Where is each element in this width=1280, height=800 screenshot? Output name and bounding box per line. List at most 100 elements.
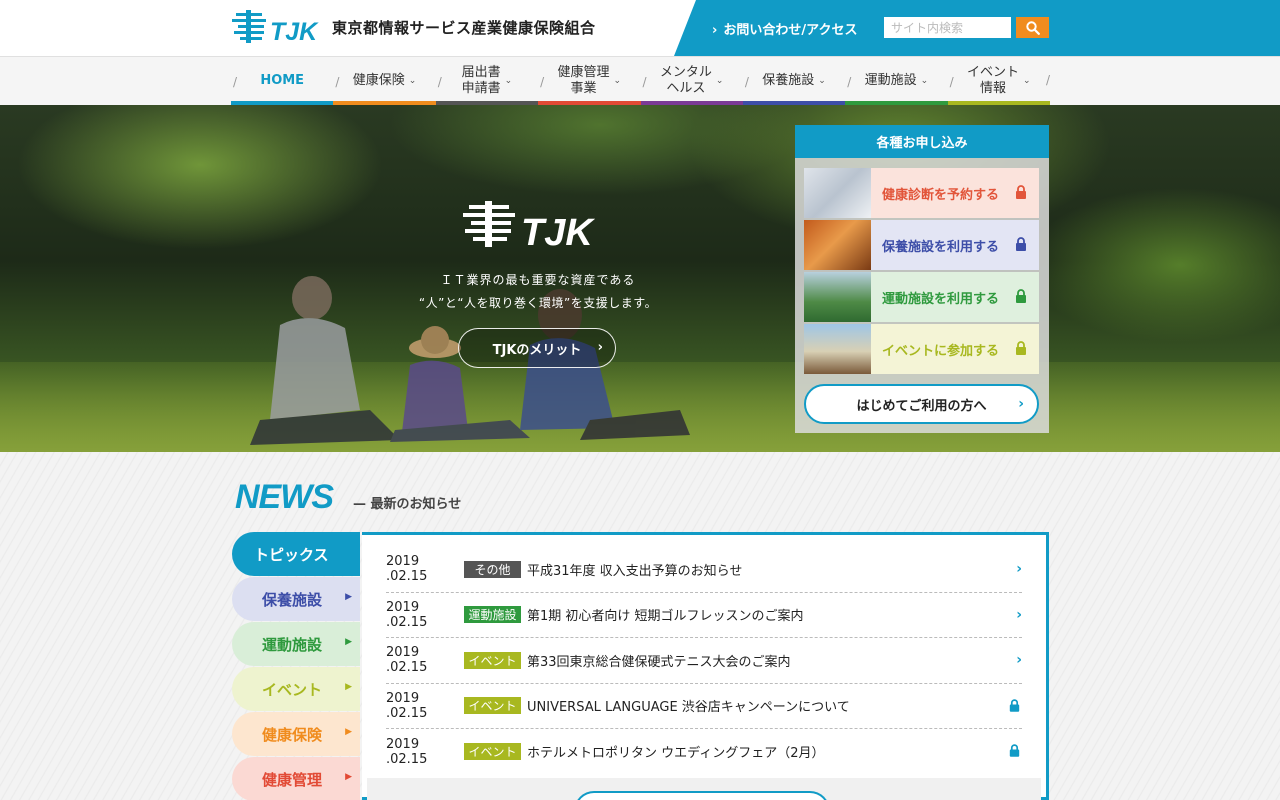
nav-separator: / <box>949 75 954 89</box>
lock-icon <box>1009 698 1020 712</box>
apply-list: 健康診断を予約する 保養施設を利用する運動施設を利用する イベントに参加する <box>804 168 1039 376</box>
main-nav: / HOME / 健康保険 ⌄ / 届出書 申請書 ⌄ / 健康管理 事業 ⌄ / メンタル ヘルス ⌄ /… <box>0 56 1280 105</box>
nav-item-5[interactable]: / 保養施設 ⌄ <box>742 57 846 105</box>
nav-item-label: 届出書 申請書 <box>461 65 501 96</box>
nav-item-label: メンタル ヘルス <box>659 65 712 96</box>
chevron-right-icon: › <box>1016 561 1022 577</box>
triangle-right-icon: ▶ <box>345 682 352 692</box>
contact-label: お問い合わせ/アクセス <box>723 23 858 38</box>
nav-item-label: 健康保険 <box>352 73 405 88</box>
nav-item-1[interactable]: / 健康保険 ⌄ <box>333 57 436 105</box>
lock-icon <box>1009 744 1020 757</box>
nav-separator: / <box>335 75 340 89</box>
news-tab-label: 運動施設 <box>262 635 323 654</box>
hero-logo-text: TJK <box>521 212 595 251</box>
search-input[interactable] <box>884 17 1011 38</box>
nav-separator: / <box>540 75 545 89</box>
apply-item-0[interactable]: 健康診断を予約する <box>804 168 1039 218</box>
news-category-badge: その他 <box>464 560 521 578</box>
apply-item-label: 運動施設を利用する <box>882 291 1000 307</box>
nav-separator: / <box>847 75 852 89</box>
news-tab-label: 健康保険 <box>262 725 323 744</box>
apply-item-3[interactable]: イベントに参加する <box>804 324 1039 374</box>
news-row[interactable]: 2019 .02.15 イベント UNIVERSAL LANGUAGE 渋谷店キャン… <box>386 684 1022 729</box>
top-header: TJK 東京都情報サービス産業健康保険組合 › お問い合わせ/アクセス <box>0 0 1280 56</box>
nav-item-2[interactable]: / 届出書 申請書 ⌄ <box>435 57 539 105</box>
triangle-right-icon: ▶ <box>345 772 352 782</box>
apply-item-2[interactable]: 運動施設を利用する <box>804 272 1039 322</box>
site-logo[interactable]: TJK 東京都情報サービス産業健康保険組合 <box>232 10 596 44</box>
news-title-link[interactable]: 平成31年度 収入支出予算のお知らせ <box>527 560 742 579</box>
nav-item-label: 健康管理 事業 <box>557 65 610 96</box>
contact-link[interactable]: › お問い合わせ/アクセス <box>712 19 857 38</box>
nav-separator: / <box>744 75 749 89</box>
news-tab-1[interactable]: 保養施設 ▶ <box>232 577 360 621</box>
chevron-right-icon: › <box>1018 396 1024 412</box>
news-date: 2019 .02.15 <box>386 690 428 721</box>
tjk-logo-icon: TJK <box>232 10 319 44</box>
chevron-down-icon: ⌄ <box>818 76 826 86</box>
search-icon <box>1025 20 1040 35</box>
news-row[interactable]: 2019 .02.15 運動施設 第1期 初心者向け 短期ゴルフレッスンのご案内 › <box>386 593 1022 638</box>
apply-item-body: 保養施設を利用する <box>871 220 1039 270</box>
news-subtitle: — 最新のお知らせ <box>353 497 462 512</box>
news-title-link[interactable]: ホテルメトロポリタン ウエディングフェア（2月） <box>527 742 825 761</box>
logo-text: TJK <box>270 18 319 44</box>
apply-item-label: イベントに参加する <box>882 343 1000 359</box>
chevron-down-icon: ⌄ <box>1023 76 1031 86</box>
chevron-down-icon: ⌄ <box>715 76 724 86</box>
news-date: 2019 .02.15 <box>386 645 428 676</box>
nav-item-label: 保養施設 <box>762 73 815 88</box>
news-tabs: トピックス保養施設 ▶ 運動施設 ▶ イベント ▶ 健康保険 ▶ 健康管理 ▶ <box>232 532 360 800</box>
apply-title: 各種お申し込み <box>795 125 1049 158</box>
triangle-right-icon: ▶ <box>345 637 352 647</box>
nav-item-7[interactable]: / イベント 情報 ⌄ <box>947 57 1050 105</box>
apply-item-1[interactable]: 保養施設を利用する <box>804 220 1039 270</box>
news-tab-2[interactable]: 運動施設 ▶ <box>232 622 360 666</box>
apply-thumbnail <box>804 272 871 322</box>
apply-thumbnail <box>804 220 871 270</box>
apply-panel: 各種お申し込み 健康診断を予約する 保養施設を利用する運動施設を利用する イベントに… <box>795 125 1049 433</box>
news-title-link[interactable]: 第33回東京総合健保硬式テニス大会のご案内 <box>527 651 791 670</box>
hero-tjk-logo: TJK <box>463 201 595 251</box>
news-tab-3[interactable]: イベント ▶ <box>232 667 360 711</box>
first-time-button[interactable]: はじめてご利用の方へ › <box>804 384 1039 424</box>
lock-icon <box>1016 341 1026 355</box>
nav-separator: / <box>437 75 442 89</box>
lock-icon <box>1016 185 1026 199</box>
nav-separator: / <box>1046 73 1051 87</box>
nav-separator: / <box>642 75 647 89</box>
news-date: 2019 .02.15 <box>386 736 428 767</box>
news-tab-4[interactable]: 健康保険 ▶ <box>232 712 360 756</box>
triangle-right-icon: ▶ <box>345 727 352 737</box>
merit-button-label: TJKのメリット <box>492 342 582 358</box>
chevron-right-icon: › <box>597 340 603 355</box>
merit-button[interactable]: TJKのメリット › <box>458 328 616 368</box>
news-list: 2019 .02.15 その他 平成31年度 収入支出予算のお知らせ › 2019 .0… <box>386 547 1022 775</box>
news-tab-5[interactable]: 健康管理 ▶ <box>232 757 360 800</box>
lock-icon <box>1016 289 1026 303</box>
nav-item-4[interactable]: / メンタル ヘルス ⌄ <box>640 57 743 105</box>
news-title: NEWS <box>235 478 334 516</box>
news-more-button[interactable] <box>574 791 830 800</box>
chevron-right-icon: › <box>712 23 718 38</box>
news-tab-label: イベント <box>262 680 323 699</box>
news-tab-0[interactable]: トピックス <box>232 532 360 576</box>
chevron-down-icon: ⌄ <box>504 76 513 86</box>
news-row[interactable]: 2019 .02.15 イベント 第33回東京総合健保硬式テニス大会のご案内 › <box>386 638 1022 684</box>
news-title-link[interactable]: 第1期 初心者向け 短期ゴルフレッスンのご案内 <box>527 605 804 624</box>
apply-item-body: 運動施設を利用する <box>871 272 1039 322</box>
nav-item-0[interactable]: / HOME <box>231 57 334 105</box>
news-tab-label: トピックス <box>254 545 329 564</box>
search-button[interactable] <box>1016 17 1049 38</box>
org-name: 東京都情報サービス産業健康保険組合 <box>332 18 596 37</box>
nav-item-6[interactable]: / 運動施設 ⌄ <box>845 57 948 105</box>
nav-item-3[interactable]: / 健康管理 事業 ⌄ <box>538 57 641 105</box>
news-tab-label: 健康管理 <box>262 770 323 789</box>
news-row[interactable]: 2019 .02.15 イベント ホテルメトロポリタン ウエディングフェア（2月） <box>386 729 1022 775</box>
nav-item-label: HOME <box>260 73 305 88</box>
nav-items: / HOME / 健康保険 ⌄ / 届出書 申請書 ⌄ / 健康管理 事業 ⌄ / メンタル ヘルス ⌄ /… <box>231 57 1050 105</box>
news-row[interactable]: 2019 .02.15 その他 平成31年度 収入支出予算のお知らせ › <box>386 547 1022 593</box>
news-title-link[interactable]: UNIVERSAL LANGUAGE 渋谷店キャンペーンについて <box>527 696 850 715</box>
news-panel: 2019 .02.15 その他 平成31年度 収入支出予算のお知らせ › 2019 .0… <box>362 532 1049 800</box>
